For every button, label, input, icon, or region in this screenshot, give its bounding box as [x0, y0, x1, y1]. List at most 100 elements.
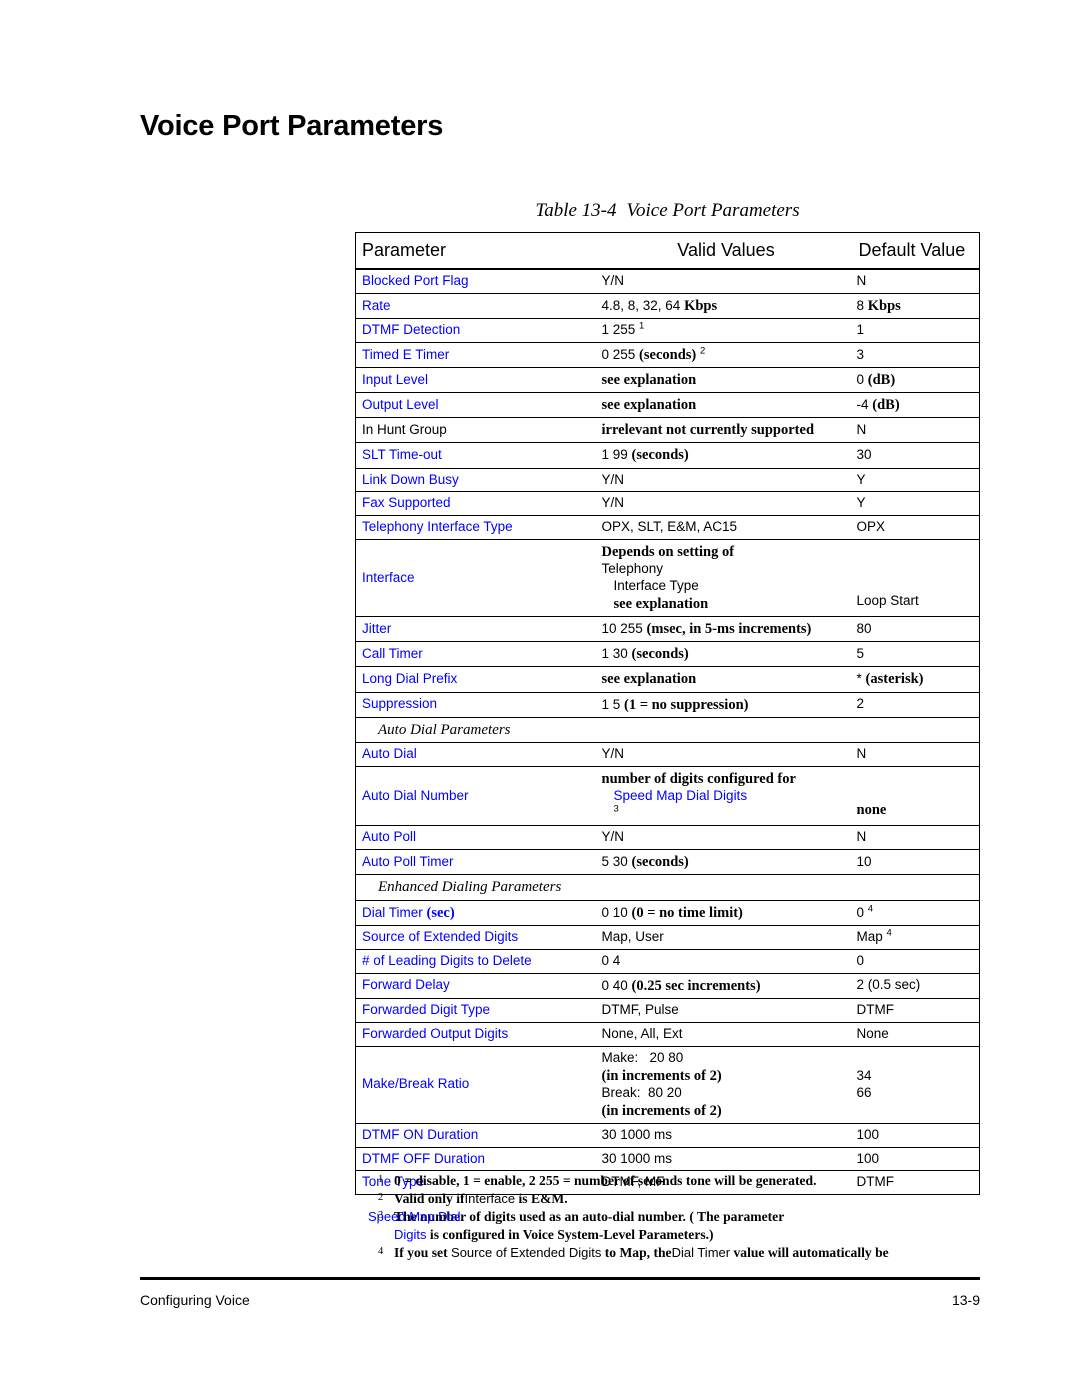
footnote-3-line2-link[interactable]: Digits: [394, 1227, 427, 1242]
valid-values-link[interactable]: Speed Map Dial Digits: [614, 788, 851, 805]
table-row: Auto Poll Y/N N: [355, 825, 980, 850]
default-value: Loop Start: [850, 539, 980, 618]
section-label: Auto Dial Parameters: [355, 717, 980, 744]
parameter-name[interactable]: Forwarded Output Digits: [355, 1022, 596, 1047]
footnote-4-pre: If you set: [394, 1245, 452, 1261]
table-header-row: Parameter Valid Values Default Value: [355, 232, 980, 270]
default-value: None: [850, 1022, 980, 1047]
default-value: 0 4: [850, 900, 980, 927]
default-value: DTMF: [850, 998, 980, 1023]
table-row: Telephony Interface Type OPX, SLT, E&M, A…: [355, 515, 980, 541]
table-section-row: Auto Dial Parameters: [355, 717, 980, 744]
valid-values: Y/N: [595, 491, 851, 517]
parameter-name[interactable]: Auto Poll: [355, 825, 596, 850]
parameter-name[interactable]: Make/Break Ratio: [355, 1046, 596, 1124]
parameter-name[interactable]: Call Timer: [355, 641, 596, 668]
parameter-name[interactable]: Auto Poll Timer: [355, 849, 596, 876]
default-value: 100: [850, 1123, 980, 1148]
valid-values: 1 5 (1 = no suppression): [595, 692, 851, 718]
valid-values: irrelevant not currently supported: [595, 417, 851, 444]
footnote-2-link[interactable]: Interface: [465, 1191, 516, 1206]
valid-values: 4.8, 8, 32, 64 Kbps: [595, 293, 851, 320]
valid-values: Map, User: [595, 925, 851, 950]
footnote-2-post: is E&M.: [515, 1191, 568, 1207]
table-row: # of Leading Digits to Delete 0 40: [355, 949, 980, 974]
parameter-name[interactable]: Input Level: [355, 367, 596, 394]
footnote-3: 3 The number of digits used as an auto-d…: [368, 1208, 980, 1244]
default-value: N: [850, 417, 980, 444]
valid-values: number of digits configured for Speed Map…: [595, 766, 851, 827]
parameter-name[interactable]: Forward Delay: [355, 973, 596, 999]
valid-values: Y/N: [595, 825, 851, 850]
valid-values: 30 1000 ms: [595, 1123, 851, 1148]
valid-values: 1 30 (seconds): [595, 641, 851, 668]
table-row: Fax Supported Y/N Y: [355, 491, 980, 517]
parameter-name[interactable]: Blocked Port Flag: [355, 269, 596, 294]
parameter-name[interactable]: Suppression: [355, 692, 596, 718]
table-row: DTMF OFF Duration 30 1000 ms 100: [355, 1147, 980, 1172]
parameter-name[interactable]: Rate: [355, 293, 596, 320]
table-row: Forwarded Output Digits None, All, Ext Non…: [355, 1022, 980, 1047]
valid-values: 1 255 1: [595, 318, 851, 343]
default-value: none: [850, 766, 980, 827]
parameter-name[interactable]: Dial Timer (sec): [355, 900, 596, 927]
valid-values: see explanation: [595, 666, 851, 693]
section-label: Enhanced Dialing Parameters: [355, 874, 980, 901]
footnote-4-post: value will automatically be: [730, 1245, 889, 1261]
table-body: Blocked Port Flag Y/N N Rate 4.8, 8, 32, 64 …: [355, 269, 980, 1195]
footnote-3-overlap-link[interactable]: Speed Map Dial: [368, 1208, 461, 1225]
column-header-valid-values: Valid Values: [595, 232, 851, 270]
table-row: Timed E Timer 0 255 (seconds) 23: [355, 342, 980, 369]
footer-divider: [140, 1277, 980, 1280]
parameter-name[interactable]: Forwarded Digit Type: [355, 998, 596, 1023]
valid-values: Y/N: [595, 468, 851, 493]
default-value: 10: [850, 849, 980, 876]
table-section-row: Enhanced Dialing Parameters: [355, 874, 980, 901]
parameter-name[interactable]: Auto Dial Number: [355, 766, 596, 827]
table-caption: Table 13-4 Voice Port Parameters: [355, 200, 980, 222]
table-row: Input Level see explanation 0 (dB): [355, 367, 980, 394]
table-row: In Hunt Group irrelevant not currently su…: [355, 417, 980, 444]
valid-values: 5 30 (seconds): [595, 849, 851, 876]
parameter-name[interactable]: SLT Time-out: [355, 442, 596, 469]
default-value: 2 (0.5 sec): [850, 973, 980, 999]
valid-values: 0 10 (0 = no time limit): [595, 900, 851, 927]
table-caption-number: Table 13-4: [535, 200, 617, 221]
table-row: SLT Time-out 1 99 (seconds) 30: [355, 442, 980, 469]
table-row: Call Timer 1 30 (seconds) 5: [355, 641, 980, 668]
parameter-name[interactable]: DTMF Detection: [355, 318, 596, 343]
table-row: Suppression 1 5 (1 = no suppression) 2: [355, 692, 980, 718]
table-row: Auto Dial Number number of digits configu…: [355, 766, 980, 827]
parameter-name[interactable]: Interface: [355, 539, 596, 618]
footnote-4-link2[interactable]: Dial Timer: [672, 1245, 731, 1260]
valid-values: 1 99 (seconds): [595, 442, 851, 469]
footnote-4-link1[interactable]: Source of Extended Digits: [451, 1245, 601, 1260]
default-value: 2: [850, 692, 980, 718]
parameter-name[interactable]: DTMF ON Duration: [355, 1123, 596, 1148]
valid-values: 0 255 (seconds) 2: [595, 342, 851, 369]
table-row: Jitter 10 255 (msec, in 5-ms increments) 8…: [355, 616, 980, 643]
valid-values: see explanation: [595, 367, 851, 394]
parameter-name[interactable]: Output Level: [355, 392, 596, 419]
parameter-name[interactable]: Auto Dial: [355, 742, 596, 768]
parameter-name[interactable]: Jitter: [355, 616, 596, 643]
parameter-name[interactable]: Telephony Interface Type: [355, 515, 596, 541]
valid-values: DTMF, Pulse: [595, 998, 851, 1023]
valid-values: None, All, Ext: [595, 1022, 851, 1047]
table-row: Long Dial Prefix see explanation * (asteri…: [355, 666, 980, 693]
parameter-name[interactable]: Source of Extended Digits: [355, 925, 596, 950]
valid-values: Y/N: [595, 742, 851, 768]
parameter-name[interactable]: Timed E Timer: [355, 342, 596, 369]
table-row: Forward Delay 0 40 (0.25 sec increments) 2…: [355, 973, 980, 999]
parameter-name[interactable]: Fax Supported: [355, 491, 596, 517]
default-value: * (asterisk): [850, 666, 980, 693]
parameter-name[interactable]: # of Leading Digits to Delete: [355, 949, 596, 974]
parameter-name[interactable]: DTMF OFF Duration: [355, 1147, 596, 1172]
parameter-name[interactable]: Long Dial Prefix: [355, 666, 596, 693]
column-header-parameter: Parameter: [355, 232, 596, 270]
table-row: DTMF ON Duration 30 1000 ms 100: [355, 1123, 980, 1148]
default-value: N: [850, 269, 980, 294]
default-value: 80: [850, 616, 980, 643]
footnote-2-number: 2: [378, 1192, 384, 1204]
parameter-name[interactable]: Link Down Busy: [355, 468, 596, 493]
